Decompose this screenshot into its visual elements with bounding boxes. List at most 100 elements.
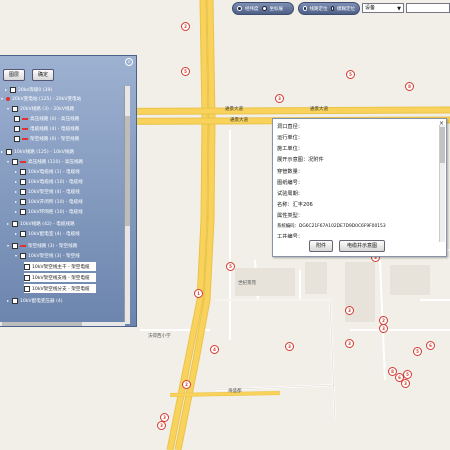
checkbox[interactable] <box>20 198 26 205</box>
expand-icon[interactable]: ▸ <box>14 199 18 204</box>
coordinate-radio-label: 坐标展 <box>269 6 284 12</box>
collapse-icon[interactable]: ▾ <box>6 243 10 248</box>
checkbox[interactable] <box>14 135 20 142</box>
checkbox[interactable] <box>14 125 20 132</box>
tree-vertical-scrollbar[interactable] <box>124 86 130 324</box>
scrollbar-thumb[interactable] <box>125 116 130 226</box>
tree-item[interactable]: ▸ 10kV开闭所 (10) - 电缆线 <box>14 197 83 206</box>
collapse-icon[interactable]: ▾ <box>6 106 10 111</box>
map-marker[interactable]: 6 <box>426 341 435 350</box>
fuzzy-locate-radio[interactable] <box>330 6 334 11</box>
expand-icon[interactable]: ▸ <box>6 221 10 226</box>
search-input[interactable] <box>406 3 450 13</box>
expand-icon[interactable]: ▸ <box>14 169 18 174</box>
device-type-select[interactable]: 设备 ▼ <box>362 3 404 13</box>
map-marker[interactable]: 3 <box>285 342 294 351</box>
locate-button[interactable]: 图层 <box>3 69 26 81</box>
map-marker[interactable]: 3 <box>157 421 166 430</box>
map-marker[interactable]: 4 <box>210 345 219 354</box>
tree-horizontal-scrollbar[interactable] <box>0 322 125 326</box>
tree-item[interactable]: ▸ 10kV线路 (42) - 电缆线路 <box>6 219 75 228</box>
tree-item[interactable]: ▸ 10kV配电室 (4) - 电缆线 <box>14 229 80 238</box>
field-test-cycle: 试验周期： <box>277 191 303 197</box>
checkbox[interactable] <box>6 148 12 155</box>
tree-item[interactable]: 架空线路 (0) - 架空线路 <box>14 134 79 143</box>
well-diagram-button[interactable]: 电缆井示意图 <box>339 240 385 252</box>
field-system-code: 系统编码：DG6C21F67A102DE7D9D0C6F9F00153 <box>277 224 386 229</box>
map-marker[interactable]: 2 <box>182 380 191 389</box>
checkbox[interactable] <box>20 168 26 175</box>
map-marker[interactable]: 3 <box>379 324 388 333</box>
scrollbar-thumb[interactable] <box>440 127 445 163</box>
tree-item[interactable]: ▾ 架空线路 (3) - 架空线路 <box>6 241 77 250</box>
expand-icon[interactable]: ▸ <box>6 298 10 303</box>
checkbox[interactable] <box>20 188 26 195</box>
expand-icon[interactable]: ▸ <box>14 189 18 194</box>
device-type-value: 设备 <box>365 5 376 11</box>
tree-item[interactable]: ▸ 10kV电缆线 (1) - 电缆线 <box>14 167 80 176</box>
tree-item[interactable]: ▸ 20ke等级0 (39) <box>4 86 52 94</box>
confirm-button[interactable]: 确定 <box>32 69 55 81</box>
expand-icon[interactable]: ▸ <box>14 209 18 214</box>
tree-item[interactable]: ▾ 高压线路 (110) - 高压线路 <box>6 157 83 166</box>
expand-icon[interactable]: ▸ <box>14 179 18 184</box>
checkbox[interactable] <box>20 178 26 185</box>
checkbox[interactable] <box>12 242 18 249</box>
checkbox[interactable] <box>12 158 18 165</box>
tree-item[interactable]: ▾ 20kV变电站 (125) - 20kV变电站 <box>0 94 81 103</box>
checkbox[interactable] <box>24 285 30 292</box>
collapse-icon[interactable]: ▾ <box>14 253 18 258</box>
map-marker[interactable]: 5 <box>226 262 235 271</box>
checkbox[interactable] <box>24 274 30 281</box>
collapse-icon[interactable]: ▸ <box>0 149 4 154</box>
field-operating-unit: 运行单位： <box>277 135 303 141</box>
checkbox[interactable] <box>20 252 26 259</box>
map-marker[interactable]: 3 <box>345 339 354 348</box>
lnglat-radio-label: 经纬度 <box>245 6 259 12</box>
checkbox[interactable] <box>12 105 18 112</box>
tree-item[interactable]: ▾ 20kV线路 (3) - 20kV线路 <box>6 104 74 113</box>
tree-item[interactable]: ▸ 10kV架空线 (4) - 电缆线 <box>14 187 80 196</box>
map-marker[interactable]: 2 <box>181 22 190 31</box>
tree-item[interactable]: ▸ 10kV电缆线 (10) - 电缆线 <box>14 177 83 186</box>
checkbox[interactable] <box>12 220 18 227</box>
scrollbar-thumb[interactable] <box>2 322 82 326</box>
checkbox[interactable] <box>14 115 20 122</box>
tree-item[interactable]: ▸ 10kV环网柜 (10) - 电缆线 <box>14 207 83 216</box>
tree-item[interactable]: 10kV架空线分支 - 架空电缆 <box>24 284 96 293</box>
checkbox[interactable] <box>24 263 30 270</box>
checkbox[interactable] <box>20 208 26 215</box>
map-marker[interactable]: 5 <box>181 67 190 76</box>
line-locate-radio[interactable] <box>303 6 307 11</box>
map-marker[interactable]: 3 <box>345 306 354 315</box>
coordinate-mode-group: 经纬度 坐标展 <box>232 2 294 15</box>
collapse-icon[interactable]: ▸ <box>4 87 8 92</box>
coordinate-radio[interactable] <box>261 6 267 11</box>
tree-item[interactable]: 10kV架空线主干 - 架空电缆 <box>24 262 96 271</box>
map-marker[interactable]: 3 <box>401 379 410 388</box>
close-icon[interactable]: × <box>125 58 133 66</box>
map-marker[interactable]: 3 <box>160 413 169 422</box>
popup-scrollbar[interactable] <box>439 125 445 242</box>
map-marker[interactable]: 8 <box>405 82 414 91</box>
map-marker[interactable]: 5 <box>346 70 355 79</box>
collapse-icon[interactable]: ▾ <box>0 96 4 101</box>
expand-icon[interactable]: ▸ <box>14 231 18 236</box>
collapse-icon[interactable]: ▾ <box>6 159 10 164</box>
checkbox[interactable] <box>20 230 26 237</box>
tree-item[interactable]: ▸ 10kV线路 (125) - 10kV线路 <box>0 147 74 156</box>
tree-item[interactable]: 电缆线路 (4) - 电缆线路 <box>14 124 79 133</box>
tree-item[interactable]: ▾ 10kV架空线 (3) - 架空线 <box>14 251 80 260</box>
checkbox[interactable] <box>10 86 16 93</box>
checkbox[interactable] <box>12 297 18 304</box>
tree-item[interactable]: 10kV架空线支线 - 架空电缆 <box>24 273 96 282</box>
map-marker[interactable]: 3 <box>275 94 284 103</box>
attachment-button[interactable]: 附件 <box>309 240 333 252</box>
layer-tree-panel: × 图层 确定 ▸ 20ke等级0 (39) ▾ 20kV变电站 (125) - 2… <box>0 55 137 327</box>
tree-item[interactable]: 高压线路 (0) - 高压线路 <box>14 114 79 123</box>
lnglat-radio[interactable] <box>237 6 242 11</box>
tree-item[interactable]: ▸ 10kV配电变压器 (4) <box>6 296 63 305</box>
map-marker[interactable]: 1 <box>194 289 203 298</box>
map-marker[interactable]: 5 <box>403 370 412 379</box>
map-marker[interactable]: 5 <box>413 347 422 356</box>
